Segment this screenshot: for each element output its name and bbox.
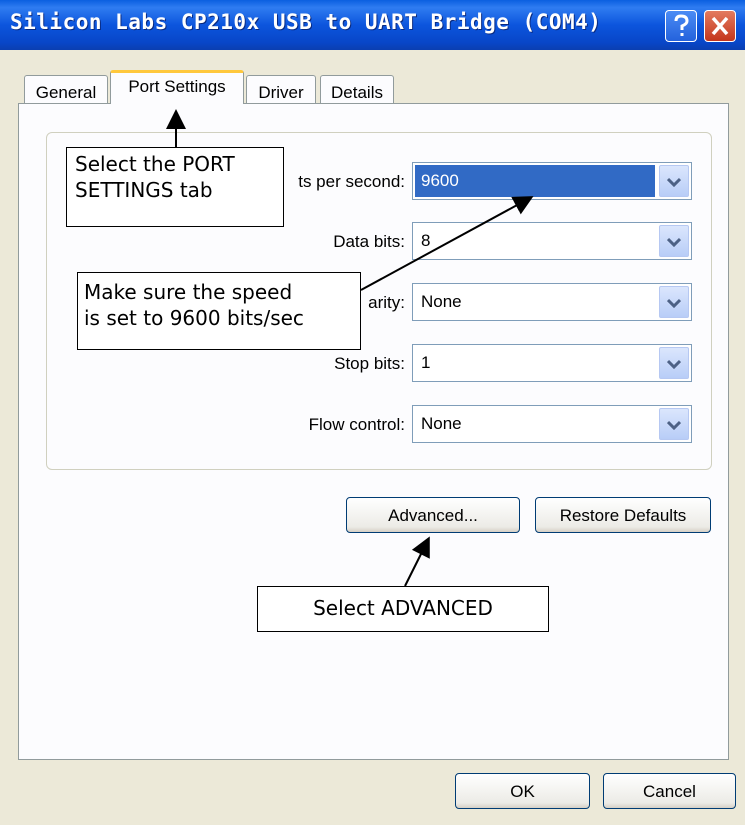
arrow-to-bits-per-second [360, 196, 534, 291]
annotation-arrows [166, 109, 534, 587]
properties-dialog: Silicon Labs CP210x USB to UART Bridge (… [0, 0, 745, 825]
arrow-to-advanced-button [404, 536, 430, 587]
